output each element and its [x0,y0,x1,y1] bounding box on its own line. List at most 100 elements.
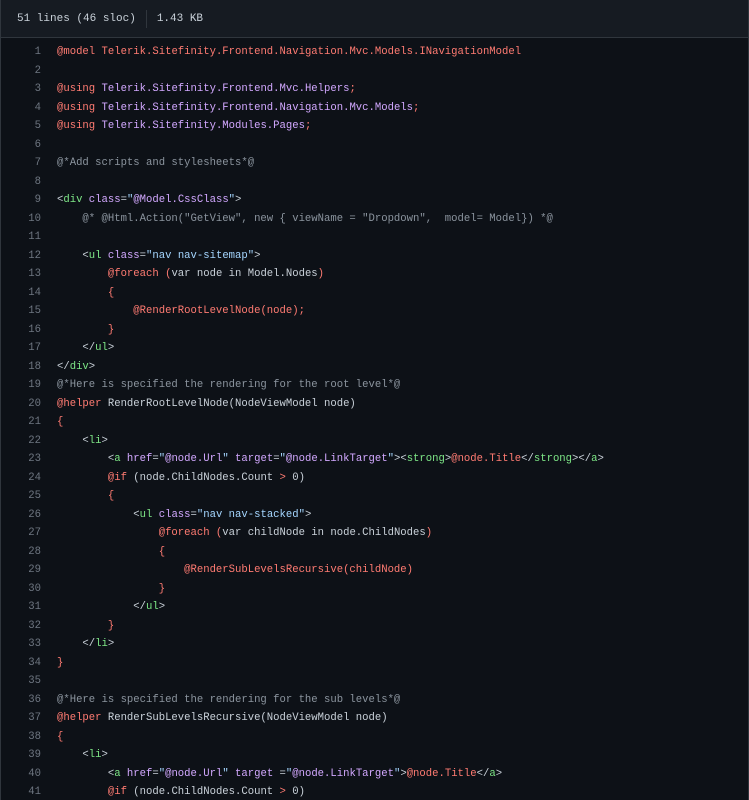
line-number[interactable]: 20 [1,395,41,414]
line-number[interactable]: 39 [1,746,41,765]
line-number[interactable]: 24 [1,469,41,488]
line-number[interactable]: 4 [1,99,41,118]
code-token: > [597,453,604,465]
line-number[interactable]: 40 [1,765,41,784]
code-token: > [495,767,503,780]
line-number[interactable]: 41 [1,783,41,800]
line-number[interactable]: 38 [1,728,41,747]
code-token: ul [95,342,108,354]
line-number[interactable]: 11 [1,228,41,247]
code-token: ) [425,527,433,539]
line-number[interactable]: 10 [1,210,41,229]
code-content: <ul class="nav nav-sitemap"> [41,247,748,266]
file-info-bar: 51 lines (46 sloc) 1.43 KB [0,0,749,38]
code-line: 9 <div class="@Model.CssClass"> [1,191,748,210]
code-token: </ [57,342,96,354]
code-token: > [101,434,108,447]
code-token: > [88,360,96,373]
line-number[interactable]: 2 [1,62,41,81]
code-line: 37 @helper RenderSubLevelsRecursive(NodeV… [1,709,748,728]
line-number[interactable]: 16 [1,321,41,340]
code-token: { [57,286,115,299]
code-token: target [228,453,274,465]
code-token: ) [317,268,325,280]
code-token: href [120,767,153,780]
code-token: < [57,749,89,761]
code-token: "nav nav-stacked" [196,508,305,521]
code-token: @using [57,83,102,95]
code-content: <a href="@node.Url" target ="@node.LinkT… [41,765,748,784]
code-token: @if [57,471,127,484]
line-number[interactable]: 15 [1,302,41,321]
code-line: 21 { [1,413,748,432]
code-token: @Model.CssClass [133,194,229,206]
code-line: 11 [1,228,748,247]
code-token: ; [413,101,420,114]
code-line: 3 @using Telerik.Sitefinity.Frontend.Mvc.… [1,80,748,99]
line-number[interactable]: 18 [1,358,41,377]
line-number[interactable]: 30 [1,580,41,599]
code-token: @*Add scripts and stylesheets*@ [57,157,255,169]
code-line: 41 @if (node.ChildNodes.Count > 0) [1,783,748,800]
code-content: @*Add scripts and stylesheets*@ [41,154,748,173]
code-line: 19 @*Here is specified the rendering for … [1,376,748,395]
line-number[interactable]: 12 [1,247,41,266]
line-number[interactable]: 8 [1,173,41,192]
line-number[interactable]: 5 [1,117,41,136]
code-token: >< [393,453,407,465]
line-number[interactable]: 1 [1,43,41,62]
code-token: @node.Title [406,767,477,780]
code-content: { [41,487,748,506]
line-number[interactable]: 28 [1,543,41,562]
code-content [41,173,748,192]
line-number[interactable]: 33 [1,635,41,654]
code-token: div [63,194,83,206]
code-token: Telerik.Sitefinity.Frontend.Mvc.Helpers [101,83,350,95]
code-token: Telerik.Sitefinity.Modules.Pages [101,120,305,132]
code-content: @* @Html.Action("GetView", new { viewNam… [41,210,748,229]
code-token: @if [57,786,127,798]
line-number[interactable]: 36 [1,691,41,710]
code-content: <a href="@node.Url" target="@node.LinkTa… [41,450,748,469]
line-number[interactable]: 23 [1,450,41,469]
line-number[interactable]: 35 [1,672,41,691]
code-content [41,62,748,81]
code-token: } [57,656,64,669]
line-number[interactable]: 27 [1,524,41,543]
code-line: 30 } [1,580,748,599]
line-number[interactable]: 6 [1,136,41,155]
line-number[interactable]: 14 [1,284,41,303]
code-token: ; [304,120,312,132]
code-line: 12 <ul class="nav nav-sitemap"> [1,247,748,266]
line-number[interactable]: 3 [1,80,41,99]
line-number[interactable]: 25 [1,487,41,506]
code-content: <li> [41,432,748,451]
code-content: @*Here is specified the rendering for th… [41,691,748,710]
line-number[interactable]: 37 [1,709,41,728]
line-number[interactable]: 31 [1,598,41,617]
line-number[interactable]: 29 [1,561,41,580]
code-token: ul [146,601,159,613]
code-token: < [57,249,89,262]
code-token: "nav nav-sitemap" [146,249,255,262]
line-number[interactable]: 9 [1,191,41,210]
line-number[interactable]: 13 [1,265,41,284]
line-number[interactable]: 32 [1,617,41,636]
line-number[interactable]: 21 [1,413,41,432]
line-number[interactable]: 17 [1,339,41,358]
line-number[interactable]: 34 [1,654,41,673]
code-token: ( [126,786,140,798]
code-content: </ul> [41,339,748,358]
line-number[interactable]: 7 [1,154,41,173]
code-content: @RenderSubLevelsRecursive(childNode) [41,561,748,580]
line-number[interactable]: 26 [1,506,41,525]
code-content: } [41,580,748,599]
line-number[interactable]: 22 [1,432,41,451]
code-token: { [57,490,115,502]
code-token: @RenderSubLevelsRecursive [57,564,344,576]
code-line: 22 <li> [1,432,748,451]
code-content: </div> [41,358,748,377]
line-number[interactable]: 19 [1,376,41,395]
code-token: @node.Title [451,453,522,465]
code-token: (node); [260,305,305,317]
